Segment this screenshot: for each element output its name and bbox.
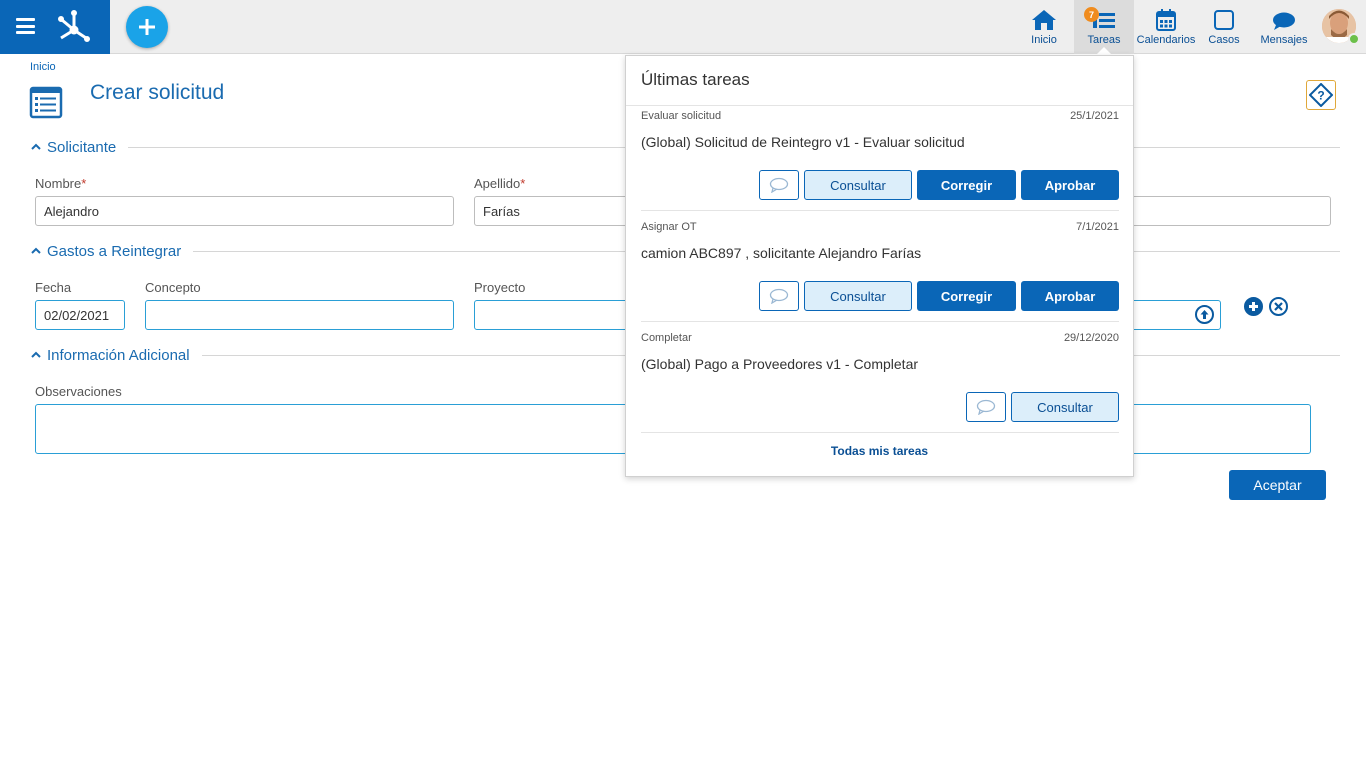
comment-button[interactable] [966, 392, 1006, 422]
comment-button[interactable] [759, 170, 799, 200]
all-tasks-link[interactable]: Todas mis tareas [626, 444, 1133, 458]
home-icon [1032, 10, 1056, 30]
chevron-up-icon [31, 143, 41, 150]
upload-button[interactable] [1195, 305, 1214, 324]
nombre-input[interactable]: Alejandro [35, 196, 454, 226]
corregir-button[interactable]: Corregir [917, 281, 1016, 311]
nav-label: Casos [1208, 34, 1240, 46]
proyecto-label: Proyecto [474, 280, 526, 295]
panel-title: Últimas tareas [641, 70, 750, 89]
page-title: Crear solicitud [90, 81, 225, 104]
tasks-count-badge: 7 [1084, 7, 1099, 22]
concepto-label: Concepto [145, 280, 201, 295]
nav-label: Inicio [1031, 34, 1057, 46]
comment-icon [769, 177, 789, 193]
task-name: Evaluar solicitud [641, 110, 722, 122]
corregir-button[interactable]: Corregir [917, 170, 1016, 200]
task-name: Completar [641, 332, 692, 344]
case-icon [1214, 10, 1234, 30]
nav-label: Mensajes [1260, 34, 1308, 46]
nav-casos[interactable]: Casos [1204, 0, 1244, 54]
task-item: Completar 29/12/2020 (Global) Pago a Pro… [641, 328, 1119, 438]
consultar-button[interactable]: Consultar [1011, 392, 1119, 422]
task-date: 7/1/2021 [1076, 221, 1119, 233]
task-item: Asignar OT 7/1/2021 camion ABC897 , soli… [641, 217, 1119, 327]
chevron-up-icon [31, 247, 41, 254]
menu-icon[interactable] [16, 18, 35, 34]
accept-button[interactable]: Aceptar [1229, 470, 1326, 500]
task-date: 25/1/2021 [1070, 110, 1119, 122]
online-status-icon [1348, 33, 1360, 45]
apellido-label: Apellido* [474, 176, 526, 191]
plus-icon [1249, 302, 1258, 311]
task-description[interactable]: (Global) Pago a Proveedores v1 - Complet… [641, 356, 918, 372]
help-icon: ? [1309, 83, 1333, 107]
chevron-up-icon [31, 351, 41, 358]
nav-inicio[interactable]: Inicio [1024, 0, 1064, 54]
add-button[interactable] [126, 6, 168, 48]
brand-area [0, 0, 110, 54]
remove-row-button[interactable] [1269, 297, 1288, 316]
logo-icon[interactable] [56, 8, 92, 44]
user-avatar[interactable] [1320, 7, 1360, 47]
nav-label: Calendarios [1136, 34, 1196, 46]
task-divider [641, 210, 1119, 211]
consultar-button[interactable]: Consultar [804, 170, 912, 200]
close-icon [1274, 302, 1283, 311]
top-bar: Inicio 7 Tareas Calendarios Casos Mensaj… [0, 0, 1366, 54]
nav-label: Tareas [1087, 34, 1121, 46]
fecha-label: Fecha [35, 280, 72, 295]
concepto-input[interactable] [145, 300, 454, 330]
observaciones-label: Observaciones [35, 384, 122, 399]
task-name: Asignar OT [641, 221, 697, 233]
section-title: Gastos a Reintegrar [47, 242, 182, 260]
help-button[interactable]: ? [1306, 80, 1336, 110]
task-divider [641, 432, 1119, 433]
comment-button[interactable] [759, 281, 799, 311]
section-title: Solicitante [47, 138, 117, 156]
task-divider [641, 321, 1119, 322]
comment-icon [769, 288, 789, 304]
aprobar-button[interactable]: Aprobar [1021, 170, 1119, 200]
tasks-dropdown: Últimas tareas Evaluar solicitud 25/1/20… [625, 55, 1134, 477]
form-icon [29, 86, 63, 119]
nav-calendarios[interactable]: Calendarios [1136, 0, 1196, 54]
section-title: Información Adicional [47, 346, 190, 364]
aprobar-button[interactable]: Aprobar [1021, 281, 1119, 311]
add-row-button[interactable] [1244, 297, 1263, 316]
task-date: 29/12/2020 [1063, 332, 1119, 344]
breadcrumb[interactable]: Inicio [30, 61, 56, 73]
svg-text:?: ? [1317, 89, 1324, 103]
consultar-button[interactable]: Consultar [804, 281, 912, 311]
plus-icon [139, 19, 155, 35]
nav-mensajes[interactable]: Mensajes [1256, 0, 1312, 54]
comment-icon [976, 399, 996, 415]
nav-tareas[interactable]: 7 Tareas [1074, 0, 1134, 54]
task-item: Evaluar solicitud 25/1/2021 (Global) Sol… [641, 106, 1119, 216]
message-icon [1273, 12, 1295, 30]
task-description[interactable]: (Global) Solicitud de Reintegro v1 - Eva… [641, 134, 965, 150]
fecha-input[interactable]: 02/02/2021 [35, 300, 125, 330]
arrow-up-icon [1200, 310, 1209, 319]
task-description[interactable]: camion ABC897 , solicitante Alejandro Fa… [641, 245, 921, 261]
nombre-label: Nombre* [35, 176, 87, 191]
calendar-icon [1156, 9, 1176, 31]
